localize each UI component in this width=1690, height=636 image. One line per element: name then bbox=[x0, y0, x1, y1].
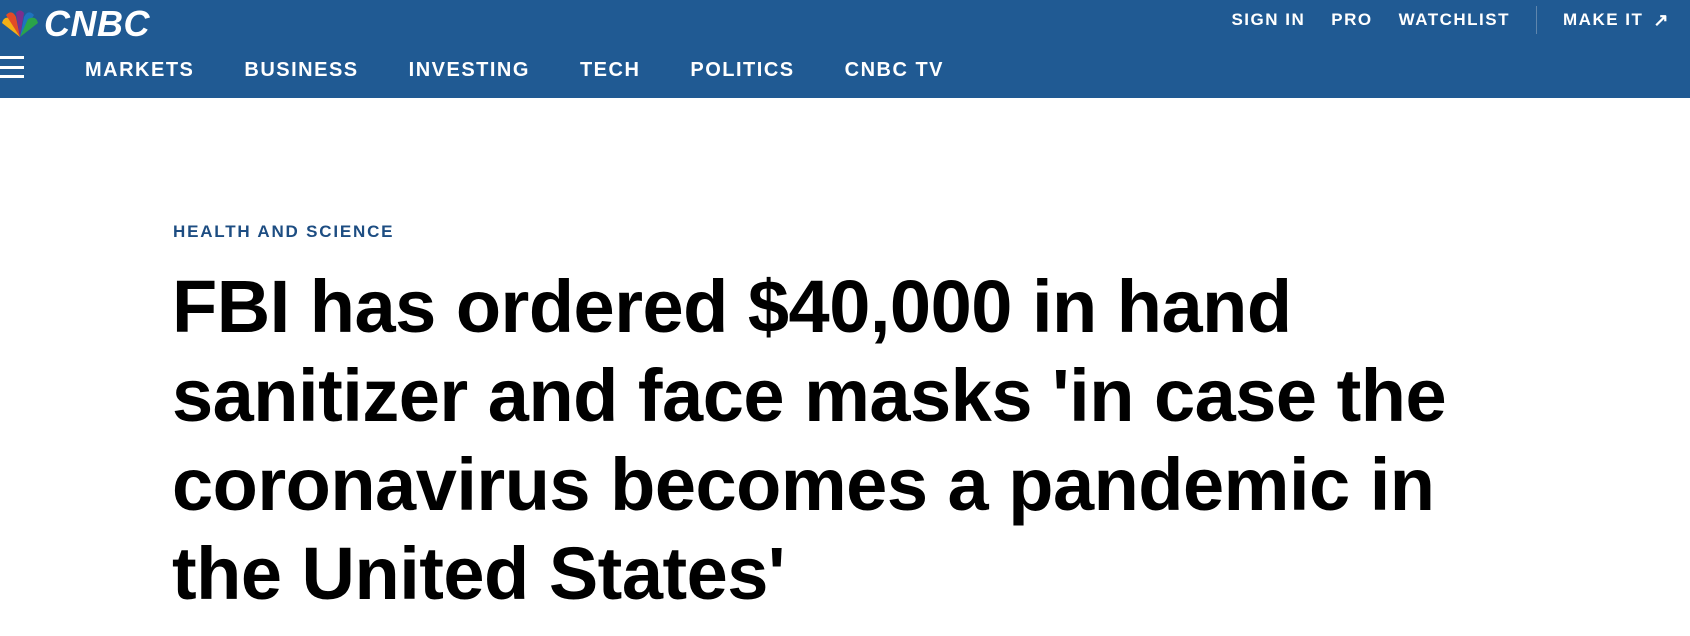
pro-link[interactable]: PRO bbox=[1331, 10, 1372, 30]
nav-item-politics[interactable]: POLITICS bbox=[690, 59, 794, 82]
nav-item-cnbc-tv[interactable]: CNBC TV bbox=[845, 59, 944, 82]
article-headline: FBI has ordered $40,000 in hand sanitize… bbox=[172, 262, 1682, 618]
watchlist-link[interactable]: WATCHLIST bbox=[1399, 10, 1510, 30]
headline-line: the United States' bbox=[172, 532, 786, 615]
make-it-link[interactable]: MAKE IT ↗ bbox=[1563, 10, 1670, 31]
nav-item-markets[interactable]: MARKETS bbox=[85, 59, 194, 82]
logo-wordmark: CNBC bbox=[44, 3, 150, 44]
headline-line: FBI has ordered $40,000 in hand bbox=[172, 265, 1292, 348]
headline-line: sanitizer and face masks 'in case the bbox=[172, 354, 1447, 437]
cnbc-logo[interactable]: CNBC bbox=[0, 3, 150, 44]
section-link[interactable]: HEALTH AND SCIENCE bbox=[173, 222, 394, 242]
external-arrow-icon: ↗ bbox=[1653, 9, 1670, 30]
utility-divider bbox=[1536, 6, 1538, 34]
headline-line: coronavirus becomes a pandemic in bbox=[172, 443, 1435, 526]
peacock-icon bbox=[2, 10, 38, 37]
nav-item-tech[interactable]: TECH bbox=[580, 59, 640, 82]
nav-item-investing[interactable]: INVESTING bbox=[409, 59, 530, 82]
site-header: CNBC SIGN IN PRO WATCHLIST MAKE IT ↗ MAR… bbox=[0, 0, 1690, 98]
nav-item-business[interactable]: BUSINESS bbox=[244, 59, 358, 82]
utility-nav: SIGN IN PRO WATCHLIST MAKE IT ↗ bbox=[1205, 6, 1670, 34]
hamburger-icon[interactable] bbox=[0, 56, 24, 78]
make-it-label: MAKE IT bbox=[1563, 10, 1644, 29]
main-nav: MARKETS BUSINESS INVESTING TECH POLITICS… bbox=[85, 55, 994, 85]
sign-in-link[interactable]: SIGN IN bbox=[1231, 10, 1305, 30]
